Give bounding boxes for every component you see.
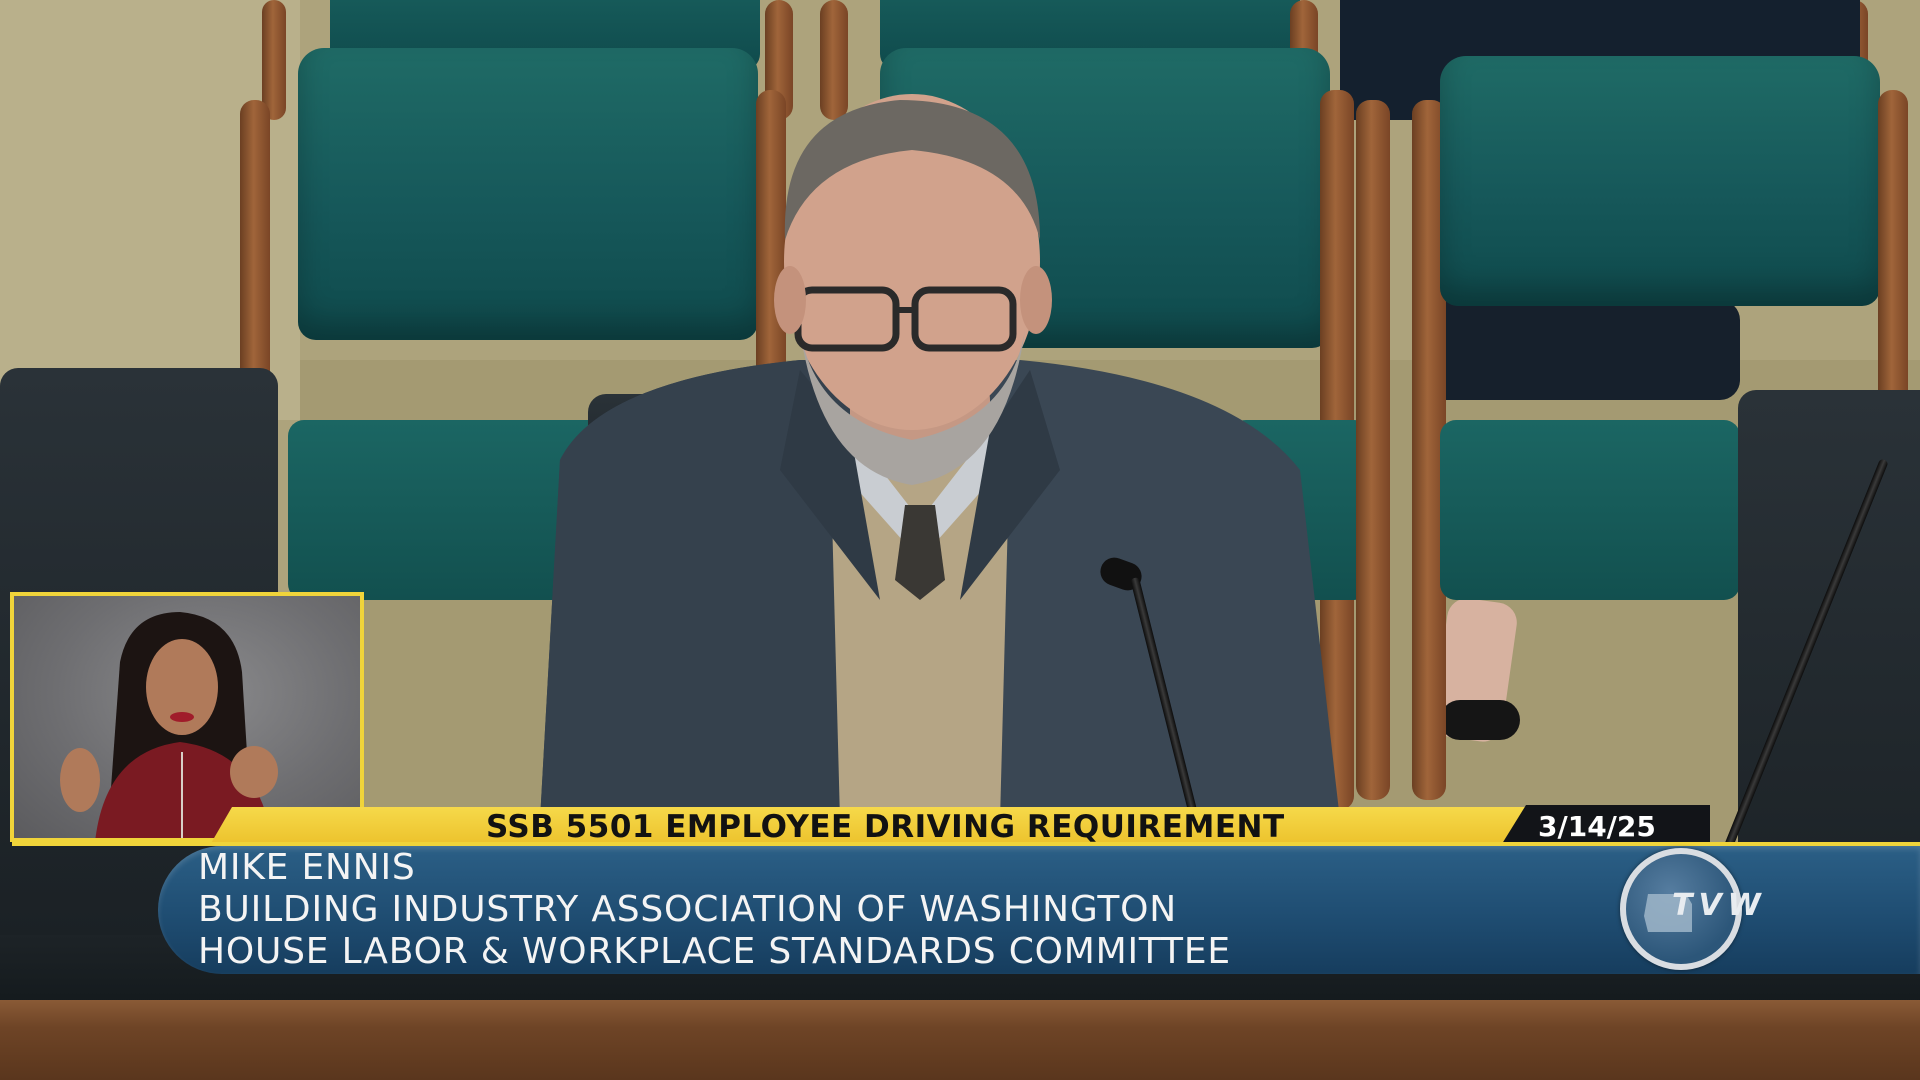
desk-surface [0, 1000, 1920, 1080]
video-frame: SSB 5501 EMPLOYEE DRIVING REQUIREMENT 3/… [0, 0, 1920, 1080]
speaker-organization: BUILDING INDUSTRY ASSOCIATION OF WASHING… [198, 889, 1177, 930]
bill-title: SSB 5501 EMPLOYEE DRIVING REQUIREMENT [486, 809, 1285, 845]
broadcast-date: 3/14/25 [1538, 810, 1656, 843]
interpreter-figure [60, 612, 278, 838]
speaker-name: MIKE ENNIS [198, 847, 416, 888]
committee-name: HOUSE LABOR & WORKPLACE STANDARDS COMMIT… [198, 931, 1231, 972]
sign-language-interpreter-inset [10, 592, 364, 842]
tvw-logo-text: TVW [1672, 888, 1767, 923]
